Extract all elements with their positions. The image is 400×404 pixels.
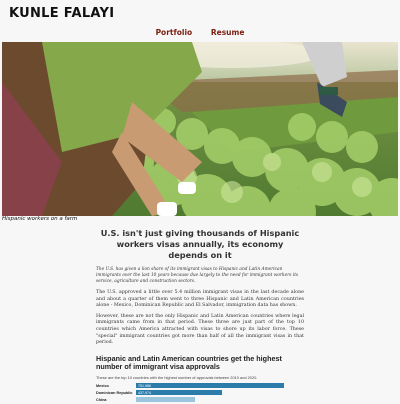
site-title[interactable]: KUNLE FALAYI — [9, 6, 114, 21]
bar-value-label: 751,986 — [138, 383, 151, 388]
site-header: KUNLE FALAYI Portfolio Resume — [0, 0, 400, 42]
article-paragraph: The U.S. approved a little over 5.4 mill… — [96, 290, 304, 309]
chart-title: Hispanic and Latin American countries ge… — [96, 353, 282, 372]
bar: 437,974 — [136, 389, 223, 396]
chart-subtitle: These are the top 10 countries with the … — [96, 374, 258, 380]
nav-resume-link[interactable]: Resume — [211, 28, 245, 37]
bar-track: 751,986 — [136, 382, 304, 389]
farm-workers-illustration — [2, 42, 398, 216]
bar-value-label: 437,974 — [138, 390, 151, 395]
bar-category-label: Dominican Republic — [96, 390, 133, 395]
article-paragraph: However, these are not the only Hispanic… — [96, 313, 304, 346]
bar-row: Mexico 751,986 — [96, 382, 304, 389]
hero-caption: Hispanic workers on a farm — [2, 216, 78, 222]
bar-track: 437,974 — [136, 389, 304, 396]
visa-chart: Hispanic and Latin American countries ge… — [96, 353, 304, 403]
nav-portfolio-link[interactable]: Portfolio — [156, 28, 193, 37]
bar: 751,986 — [136, 382, 285, 389]
bar-category-label: Mexico — [96, 383, 109, 388]
top-nav: Portfolio Resume — [0, 28, 400, 37]
hero-image — [2, 42, 398, 216]
bar-row: Dominican Republic 437,974 — [96, 389, 304, 396]
article: U.S. isn't just giving thousands of Hisp… — [96, 228, 304, 404]
page: KUNLE FALAYI Portfolio Resume Hispanic w… — [0, 0, 400, 403]
article-lede: The U.S. has given a lion share of its i… — [96, 267, 299, 284]
article-headline: U.S. isn't just giving thousands of Hisp… — [100, 228, 300, 260]
